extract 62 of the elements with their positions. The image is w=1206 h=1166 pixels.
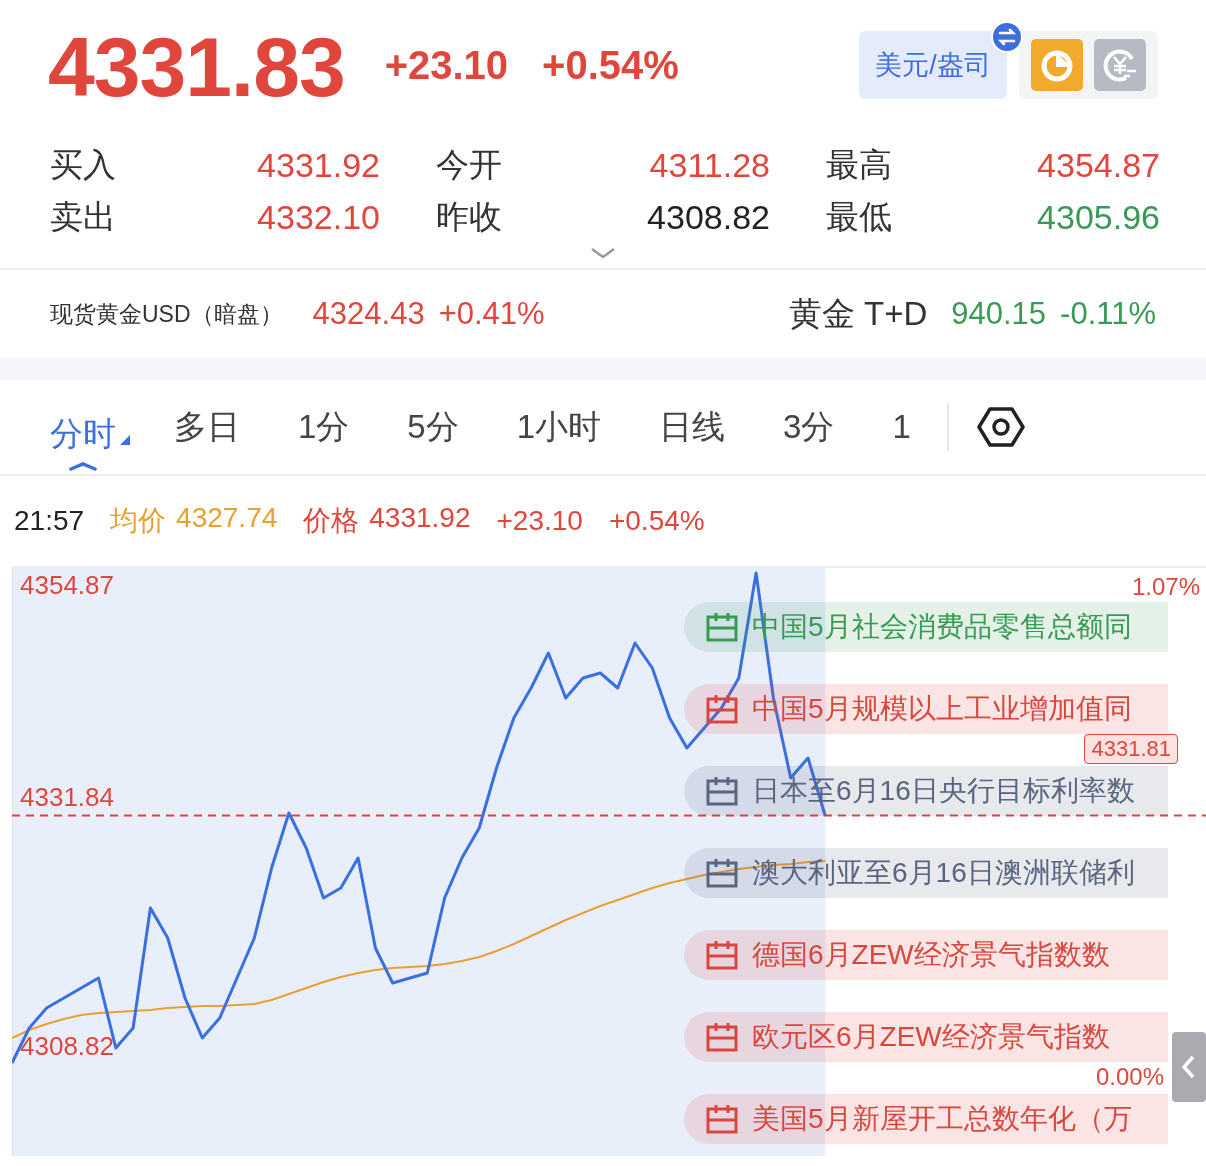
price-change: +23.10: [384, 42, 509, 88]
instrument-change: +0.41%: [438, 296, 545, 332]
event-pill[interactable]: 美国5月新屋开工总数年化（万: [684, 1094, 1168, 1144]
event-title: 欧元区6月ZEW经济景气指数: [752, 1020, 1110, 1054]
info-value: 21:57: [14, 505, 85, 537]
legend-label: 均价: [110, 504, 167, 538]
instrument-name: 黄金 T+D: [788, 293, 928, 334]
percent-axis-label: 0.00%: [1095, 1062, 1164, 1092]
detail-value: 4332.10: [257, 197, 380, 237]
info-value: 4327.74: [176, 502, 278, 535]
calendar-icon: [706, 858, 738, 888]
chart-period-tab[interactable]: 1分: [298, 397, 350, 457]
detail-label: 最低: [826, 196, 892, 237]
collapse-button[interactable]: [1172, 1032, 1206, 1102]
event-title: 德国6月ZEW经济景气指数数: [752, 938, 1110, 972]
detail-label: 最高: [826, 144, 892, 185]
info-value: 4331.92: [369, 502, 471, 535]
calendar-icon: [706, 1104, 738, 1134]
chart-period-tab[interactable]: 5分: [407, 397, 459, 457]
detail-label: 今开: [436, 144, 502, 185]
calendar-icon: [706, 612, 738, 642]
price-tag: 4331.81: [1084, 734, 1178, 764]
percent-axis-label: 1.07%: [1131, 572, 1200, 602]
instrument-price: 940.15: [951, 296, 1047, 332]
percent-change: +0.54%: [542, 42, 679, 88]
reference-line-label: 4331.84: [20, 781, 114, 813]
detail-label: 卖出: [50, 196, 116, 237]
y-axis-label: 4308.82: [20, 1030, 114, 1062]
chart-period-tab[interactable]: 日线: [659, 397, 726, 457]
detail-value: 4311.28: [649, 145, 770, 185]
dropdown-triangle-icon: [120, 435, 130, 445]
calendar-icon: [706, 1022, 738, 1052]
detail-value: 4331.92: [257, 145, 380, 185]
chevron-down-icon[interactable]: [590, 246, 616, 260]
currency-button[interactable]: [1094, 39, 1146, 91]
instrument-price: 4324.43: [312, 296, 425, 332]
chart-period-tab[interactable]: 3分: [783, 397, 835, 457]
detail-label: 昨收: [436, 196, 502, 237]
detail-value: 4308.82: [647, 197, 770, 237]
event-title: 美国5月新屋开工总数年化（万: [752, 1102, 1132, 1136]
detail-value: 4305.96: [1037, 197, 1160, 237]
chart-period-tab[interactable]: 1小时: [516, 397, 602, 457]
chart-period-tab[interactable]: 多日: [174, 397, 240, 457]
event-pill[interactable]: 欧元区6月ZEW经济景气指数: [684, 1012, 1168, 1062]
chart-period-tab[interactable]: 1: [892, 397, 911, 457]
info-value: +23.10: [496, 505, 583, 537]
legend-label: 价格: [303, 504, 360, 538]
caret-up-icon: [68, 461, 98, 471]
instrument-name: 现货黄金USD（暗盘）: [50, 299, 283, 329]
detail-value: 4354.87: [1037, 145, 1160, 185]
calendar-icon: [706, 776, 738, 806]
y-axis-label: 4354.87: [20, 570, 114, 602]
calendar-icon: [706, 940, 738, 970]
refresh-button[interactable]: [1031, 39, 1083, 91]
instrument-change: -0.11%: [1060, 296, 1156, 332]
event-pill[interactable]: 德国6月ZEW经济景气指数数: [684, 930, 1168, 980]
last-price: 4331.83: [48, 18, 345, 116]
info-value: +0.54%: [608, 505, 705, 537]
detail-label: 买入: [50, 144, 116, 185]
calendar-icon: [706, 694, 738, 724]
chart-period-tab[interactable]: 分时: [50, 397, 130, 471]
unit-toggle-button[interactable]: 美元/盎司: [859, 31, 1007, 99]
